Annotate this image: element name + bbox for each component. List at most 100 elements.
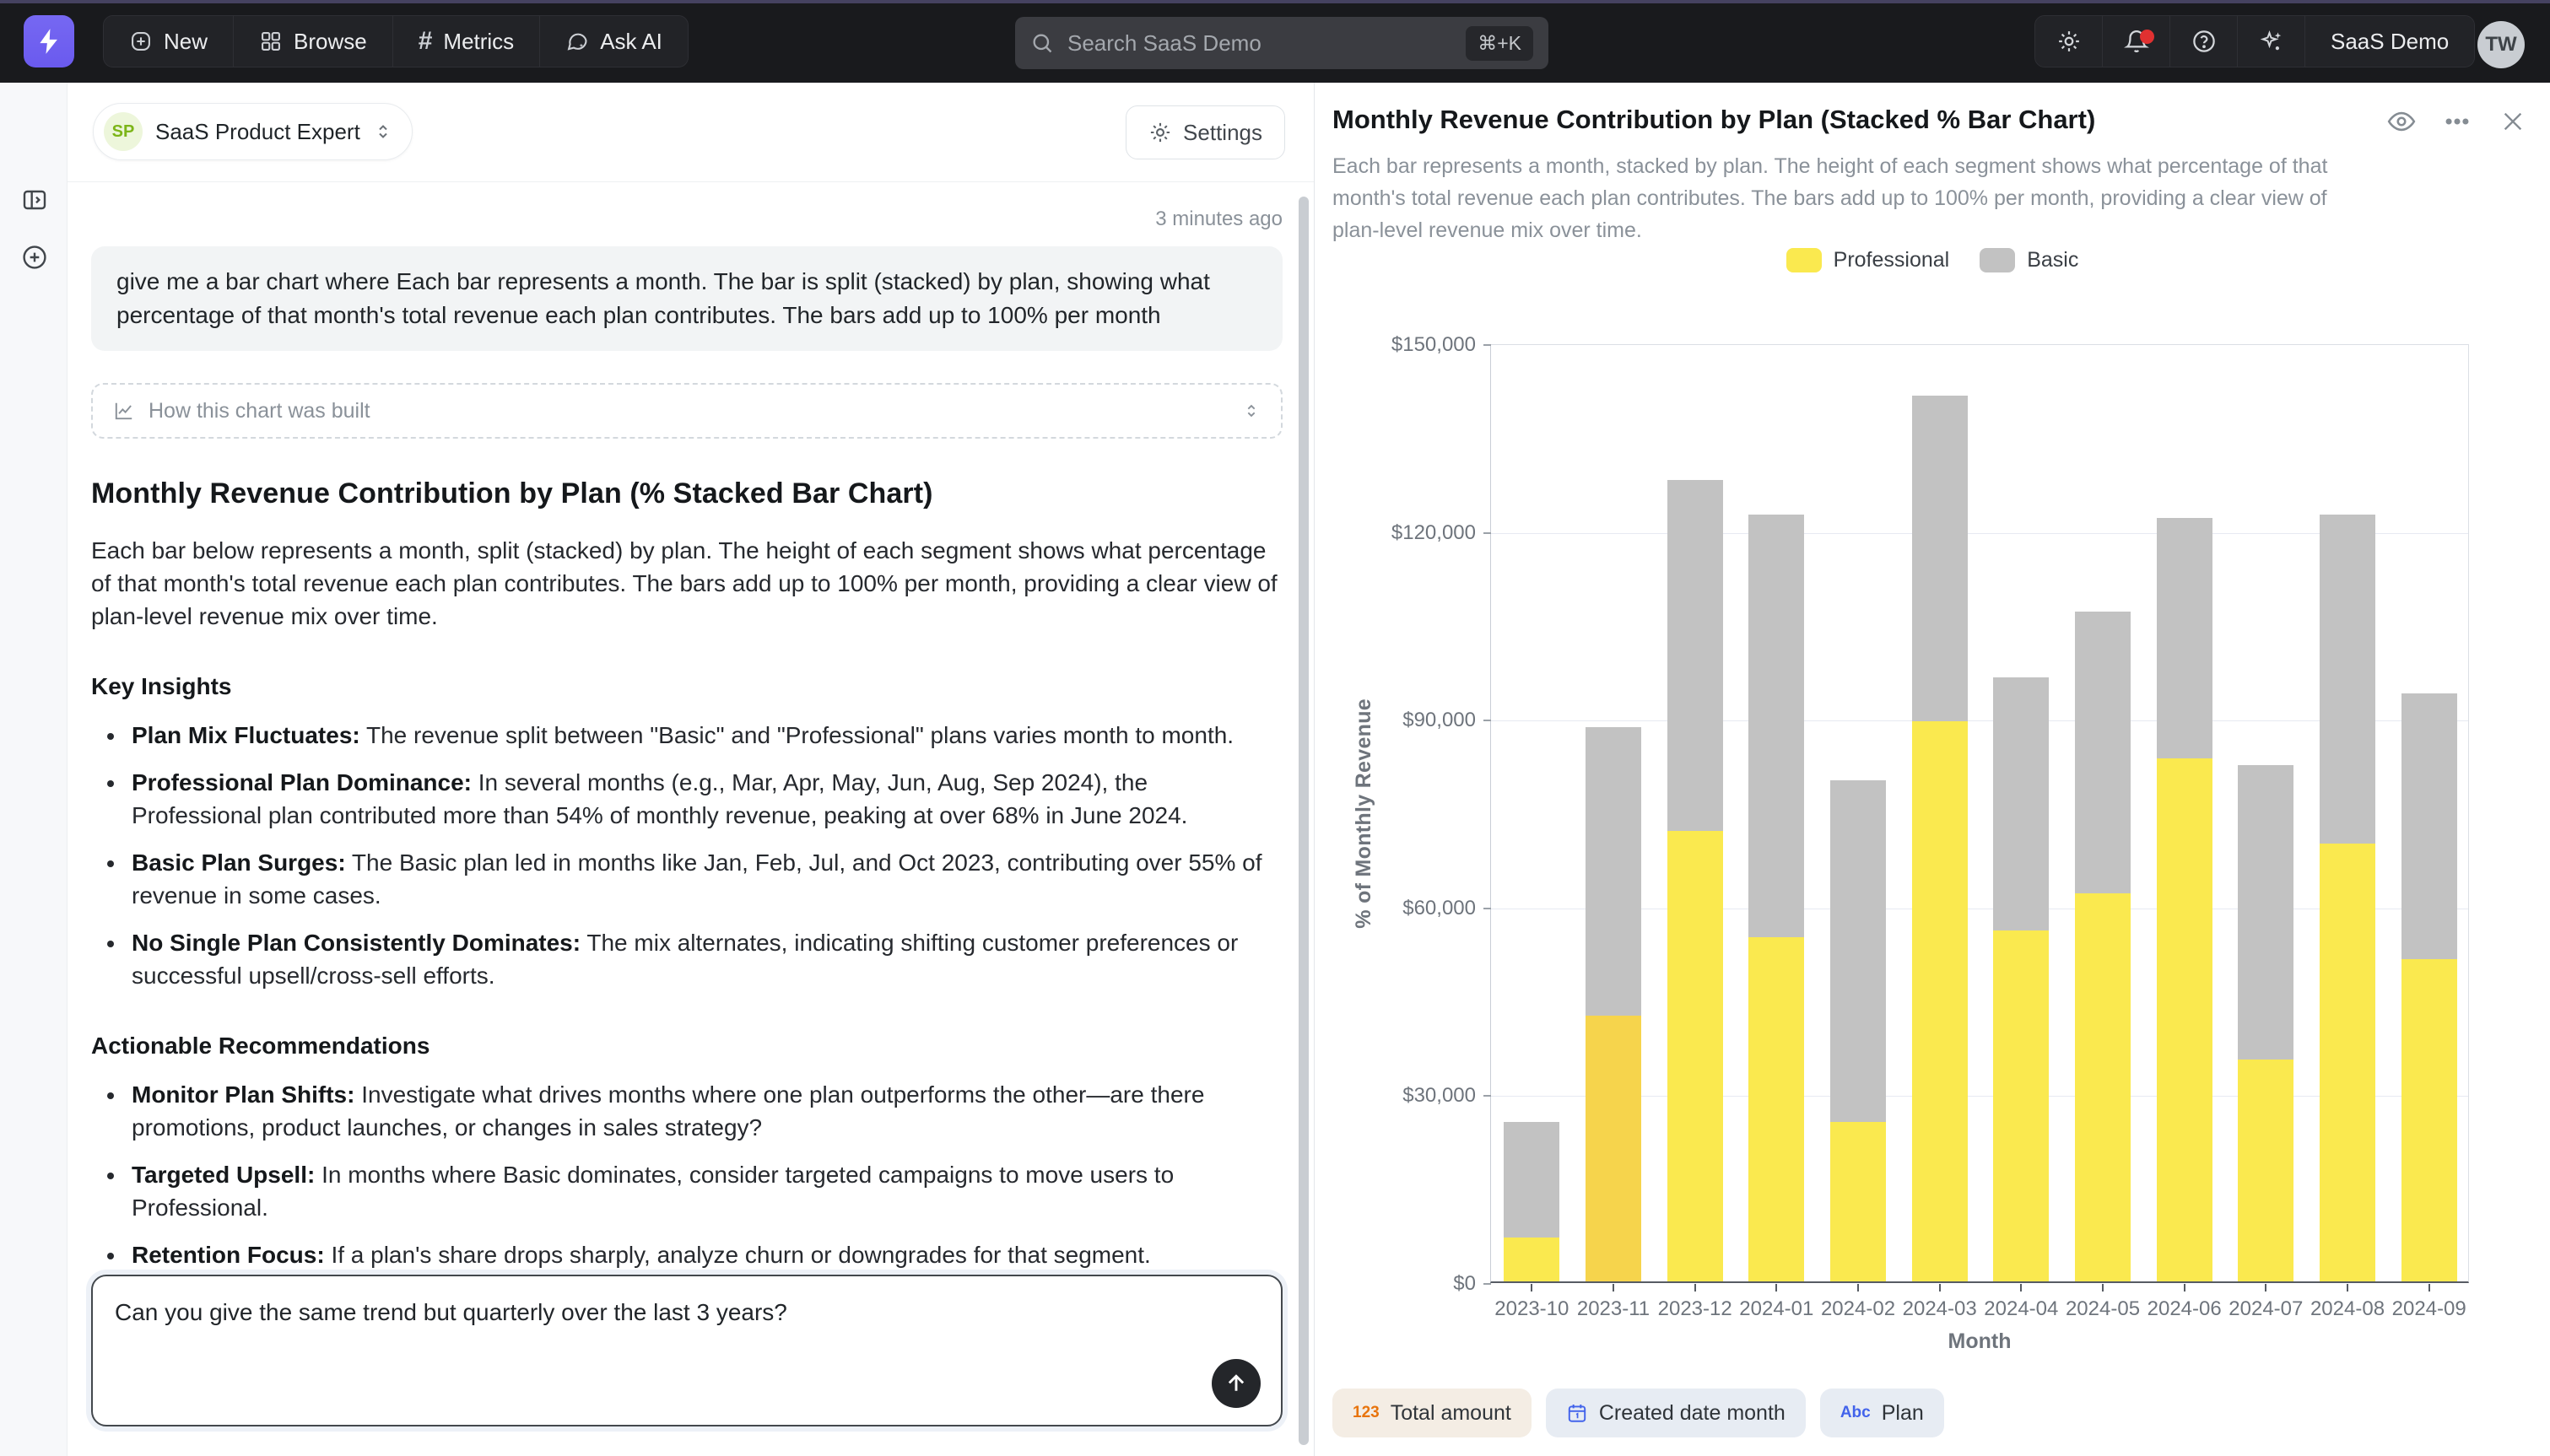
agent-selector[interactable]: SP SaaS Product Expert bbox=[93, 103, 413, 160]
tag-label: Plan bbox=[1882, 1401, 1924, 1426]
bar-segment-basic[interactable] bbox=[1748, 515, 1804, 937]
how-chart-built-toggle[interactable]: How this chart was built bbox=[91, 383, 1283, 439]
legend-item-basic[interactable]: Basic bbox=[1980, 248, 2078, 272]
bar-segment-basic[interactable] bbox=[2075, 612, 2131, 893]
x-axis-tick-label: 2023-10 bbox=[1494, 1297, 1569, 1321]
x-axis-tick-label: 2023-11 bbox=[1577, 1297, 1650, 1321]
x-axis-title: Month bbox=[1490, 1329, 2469, 1354]
x-axis-tick-label: 2024-05 bbox=[2066, 1297, 2140, 1321]
chat-sparkle-icon bbox=[565, 30, 589, 53]
send-button[interactable] bbox=[1212, 1359, 1261, 1408]
y-axis-tick bbox=[1483, 532, 1491, 534]
chat-scrollbar[interactable] bbox=[1299, 197, 1309, 1445]
x-axis-tick-label: 2023-12 bbox=[1658, 1297, 1732, 1321]
bar-segment-basic[interactable] bbox=[1586, 727, 1641, 1015]
agent-avatar: SP bbox=[104, 112, 143, 151]
bar-segment-professional[interactable] bbox=[1748, 937, 1804, 1281]
x-axis-tick-label: 2024-08 bbox=[2310, 1297, 2385, 1321]
y-axis-tick bbox=[1483, 908, 1491, 909]
list-item: Retention Focus: If a plan's share drops… bbox=[127, 1238, 1283, 1271]
bar-segment-basic[interactable] bbox=[1993, 677, 2049, 931]
x-axis-tick bbox=[2020, 1284, 2022, 1292]
y-axis-tick bbox=[1483, 344, 1491, 346]
nav-utility-group: SaaS Demo bbox=[2034, 15, 2475, 67]
sparkles-icon bbox=[2259, 29, 2284, 54]
bar-segment-professional[interactable] bbox=[2238, 1060, 2293, 1281]
bar-segment-professional[interactable] bbox=[1667, 831, 1723, 1281]
y-axis-title: % of Monthly Revenue bbox=[1352, 344, 1376, 1283]
sparkles-button[interactable] bbox=[2238, 16, 2305, 67]
ask-ai-button-label: Ask AI bbox=[600, 29, 662, 55]
bar-segment-basic[interactable] bbox=[2320, 515, 2375, 844]
x-axis-tick bbox=[1857, 1284, 1859, 1292]
collapse-sidebar-button[interactable] bbox=[20, 186, 49, 214]
x-axis-tick-label: 2024-06 bbox=[2148, 1297, 2222, 1321]
list-item: Plan Mix Fluctuates: The revenue split b… bbox=[127, 719, 1283, 752]
recommendations-heading: Actionable Recommendations bbox=[91, 1033, 1283, 1060]
y-axis-tick-label: $30,000 bbox=[1349, 1084, 1476, 1108]
x-axis-tick bbox=[1531, 1284, 1532, 1292]
text-field-icon: Abc bbox=[1840, 1404, 1871, 1422]
tag-label: Created date month bbox=[1599, 1401, 1786, 1426]
app-logo[interactable] bbox=[24, 15, 74, 67]
metrics-button-label: Metrics bbox=[443, 29, 514, 55]
tag-total-amount[interactable]: 123 Total amount bbox=[1332, 1389, 1532, 1437]
message-input[interactable]: Can you give the same trend but quarterl… bbox=[93, 1276, 1281, 1425]
bar-segment-basic[interactable] bbox=[2401, 693, 2457, 959]
agent-settings-button[interactable]: Settings bbox=[1126, 105, 1285, 159]
bar-segment-basic[interactable] bbox=[2157, 518, 2212, 759]
list-item: Professional Plan Dominance: In several … bbox=[127, 766, 1283, 832]
x-axis-tick bbox=[2102, 1284, 2104, 1292]
ask-ai-button[interactable]: Ask AI bbox=[540, 16, 688, 67]
bar-segment-professional[interactable] bbox=[2401, 959, 2457, 1281]
plus-circle-icon bbox=[21, 244, 48, 271]
legend-swatch bbox=[1786, 248, 1822, 272]
bar-segment-professional[interactable] bbox=[2157, 758, 2212, 1281]
global-search-input[interactable]: Search SaaS Demo ⌘+K bbox=[1015, 17, 1548, 69]
x-axis-tick bbox=[2265, 1284, 2266, 1292]
insights-heading: Key Insights bbox=[91, 673, 1283, 700]
y-axis-tick-label: $0 bbox=[1349, 1272, 1476, 1296]
new-button[interactable]: New bbox=[104, 16, 234, 67]
metrics-button[interactable]: # Metrics bbox=[393, 16, 540, 67]
top-navbar: New Browse # Metrics Ask AI Search SaaS … bbox=[0, 3, 2550, 83]
bar-segment-professional[interactable] bbox=[2320, 844, 2375, 1281]
notifications-button[interactable] bbox=[2103, 16, 2170, 67]
x-axis-tick-label: 2024-03 bbox=[1903, 1297, 1977, 1321]
y-axis-tick-label: $150,000 bbox=[1349, 333, 1476, 357]
field-tags: 123 Total amount Created date month Abc … bbox=[1332, 1389, 1944, 1437]
bar-segment-basic[interactable] bbox=[1912, 396, 1968, 721]
user-avatar[interactable]: TW bbox=[2477, 21, 2525, 68]
tag-label: Total amount bbox=[1391, 1401, 1511, 1426]
workspace-button[interactable]: SaaS Demo bbox=[2305, 16, 2474, 67]
bar-segment-basic[interactable] bbox=[1667, 480, 1723, 831]
window-chrome-strip bbox=[0, 0, 2550, 3]
legend-item-professional[interactable]: Professional bbox=[1786, 248, 1950, 272]
bar-segment-basic[interactable] bbox=[2238, 765, 2293, 1060]
x-axis-tick bbox=[1939, 1284, 1941, 1292]
new-thread-button[interactable] bbox=[20, 243, 49, 272]
notification-dot bbox=[2140, 30, 2154, 44]
help-button[interactable] bbox=[2170, 16, 2238, 67]
settings-nav-button[interactable] bbox=[2035, 16, 2103, 67]
bar-segment-basic[interactable] bbox=[1504, 1122, 1559, 1238]
bar-segment-professional[interactable] bbox=[1912, 721, 1968, 1281]
insights-list: Plan Mix Fluctuates: The revenue split b… bbox=[91, 719, 1283, 992]
chat-messages: 3 minutes ago give me a bar chart where … bbox=[91, 182, 1283, 1361]
number-field-icon: 123 bbox=[1353, 1404, 1380, 1422]
chevron-up-down-icon bbox=[373, 121, 393, 142]
list-item: Basic Plan Surges: The Basic plan led in… bbox=[127, 846, 1283, 912]
chart-icon bbox=[113, 400, 135, 422]
bar-segment-professional[interactable] bbox=[1993, 930, 2049, 1281]
bar-segment-professional[interactable] bbox=[2075, 893, 2131, 1281]
bar-segment-professional[interactable] bbox=[1586, 1016, 1641, 1281]
browse-button[interactable]: Browse bbox=[234, 16, 393, 67]
tag-created-date-month[interactable]: Created date month bbox=[1546, 1389, 1806, 1437]
bar-segment-basic[interactable] bbox=[1830, 780, 1886, 1121]
search-icon bbox=[1030, 31, 1054, 55]
recommendations-list: Monitor Plan Shifts: Investigate what dr… bbox=[91, 1078, 1283, 1271]
bar-segment-professional[interactable] bbox=[1504, 1238, 1559, 1281]
bar-segment-professional[interactable] bbox=[1830, 1122, 1886, 1281]
tag-plan[interactable]: Abc Plan bbox=[1820, 1389, 1944, 1437]
new-button-label: New bbox=[164, 29, 208, 55]
